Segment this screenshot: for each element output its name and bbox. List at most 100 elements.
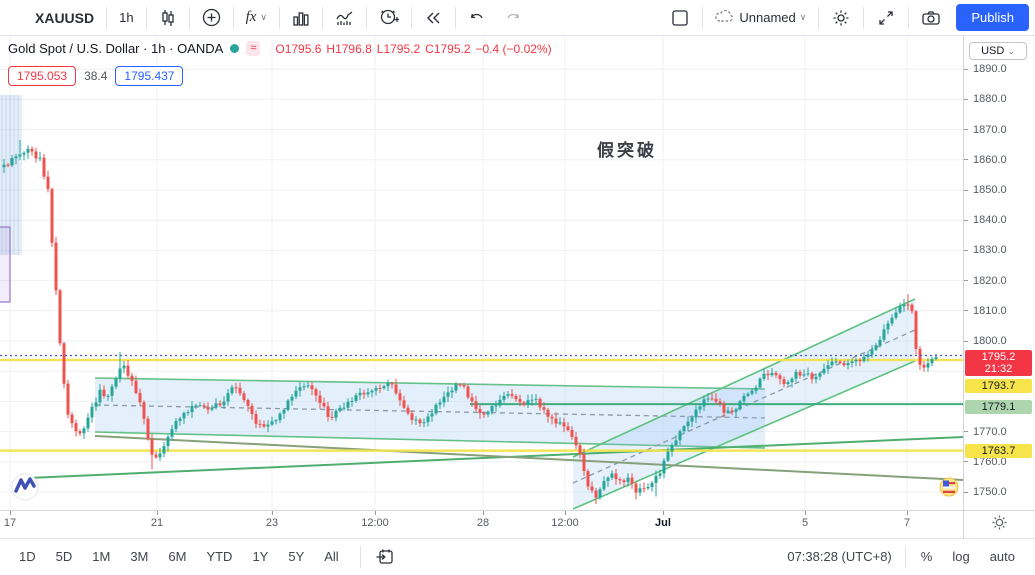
- replay-button[interactable]: [415, 4, 452, 32]
- undo-button[interactable]: [459, 4, 495, 32]
- range-button-5d[interactable]: 5D: [49, 546, 80, 567]
- calendar-goto-icon: [375, 548, 394, 566]
- range-button-3m[interactable]: 3M: [123, 546, 155, 567]
- status-dot-icon: [230, 44, 239, 53]
- indicator-templates-button[interactable]: [283, 4, 319, 32]
- divider: [366, 7, 367, 29]
- time-tick-mark: [907, 511, 908, 515]
- time-tick-label: 7: [904, 517, 910, 529]
- range-button-1d[interactable]: 1D: [12, 546, 43, 567]
- plus-circle-icon: [202, 8, 221, 27]
- currency-toggle[interactable]: USD ⌄: [969, 42, 1027, 60]
- fx-icon: fx: [246, 9, 257, 26]
- compare-button[interactable]: [193, 4, 230, 32]
- interval-button[interactable]: 1h: [110, 4, 142, 32]
- main-area: Gold Spot / U.S. Dollar · 1h · OANDA ≈ O…: [0, 36, 1035, 510]
- price-axis[interactable]: USD ⌄ 1890.01880.01870.01860.01850.01840…: [963, 36, 1035, 510]
- level-price-label: 1779.1: [965, 400, 1032, 414]
- divider: [863, 7, 864, 29]
- divider: [908, 7, 909, 29]
- time-tick-label: 21: [151, 517, 163, 529]
- columns-icon: [292, 9, 310, 27]
- divider: [702, 7, 703, 29]
- save-layout-button[interactable]: Unnamed ∨: [706, 4, 815, 32]
- layout-square-icon: [670, 8, 690, 28]
- squiggle-chart-icon: [335, 9, 354, 27]
- price-tick: 1800.0: [964, 334, 1007, 348]
- cloud-icon: [715, 8, 735, 27]
- time-tick-label: 23: [266, 517, 278, 529]
- time-tick-label: 5: [802, 517, 808, 529]
- chart-style-button[interactable]: [150, 4, 186, 32]
- fullscreen-button[interactable]: [867, 4, 905, 32]
- price-tick: 1850.0: [964, 183, 1007, 197]
- redo-arrow-icon: [504, 10, 522, 26]
- range-button-all[interactable]: All: [317, 546, 345, 567]
- layout-name-label: Unnamed: [739, 10, 795, 25]
- undo-arrow-icon: [468, 10, 486, 26]
- symbol-legend[interactable]: Gold Spot / U.S. Dollar · 1h · OANDA ≈ O…: [8, 41, 557, 56]
- divider: [106, 7, 107, 29]
- goto-date-button[interactable]: [369, 543, 400, 571]
- screenshot-button[interactable]: [912, 4, 950, 32]
- layout-button[interactable]: [661, 4, 699, 32]
- chevron-down-icon: ∨: [800, 12, 807, 23]
- approx-badge: ≈: [246, 41, 260, 56]
- chart-plot[interactable]: [0, 36, 963, 510]
- upper-bound-label[interactable]: 1795.437: [115, 66, 183, 86]
- tool-values-row: 1795.053 38.4 1795.437: [8, 66, 183, 86]
- range-button-6m[interactable]: 6M: [161, 546, 193, 567]
- event-flag-icon[interactable]: [940, 478, 958, 496]
- log-scale-button[interactable]: log: [944, 546, 977, 567]
- gear-icon: [831, 8, 851, 28]
- fullscreen-arrows-icon: [876, 8, 896, 28]
- divider: [905, 546, 906, 568]
- chevron-down-icon: ∨: [260, 12, 267, 23]
- sun-icon[interactable]: [991, 514, 1008, 536]
- chevron-down-icon: ⌄: [1007, 46, 1015, 56]
- divider: [279, 7, 280, 29]
- range-button-1m[interactable]: 1M: [85, 546, 117, 567]
- time-tick-label: 17: [4, 517, 16, 529]
- candlestick-chart[interactable]: Gold Spot / U.S. Dollar · 1h · OANDA ≈ O…: [0, 36, 963, 510]
- alarm-clock-plus-icon: [379, 8, 399, 27]
- percent-scale-button[interactable]: %: [913, 546, 941, 567]
- top-toolbar: XAUUSD 1h fx ∨ Unnamed: [0, 0, 1035, 36]
- time-tick-mark: [805, 511, 806, 515]
- time-tick-mark: [663, 511, 664, 515]
- price-tick: 1870.0: [964, 123, 1007, 137]
- time-axis[interactable]: 17 21 23 12:00 28 12:00 Jul 5 7: [0, 511, 963, 538]
- publish-button[interactable]: Publish: [956, 4, 1029, 31]
- settings-button[interactable]: [822, 4, 860, 32]
- alert-button[interactable]: [370, 4, 408, 32]
- chart-logo-icon: [12, 474, 38, 500]
- chart-text-annotation[interactable]: 假突破: [597, 136, 657, 161]
- price-tick: 1860.0: [964, 153, 1007, 167]
- level-price-label: 1793.7: [965, 379, 1032, 393]
- time-tick-mark: [10, 511, 11, 515]
- auto-scale-button[interactable]: auto: [982, 546, 1023, 567]
- lower-bound-label[interactable]: 1795.053: [8, 66, 76, 86]
- clock-label[interactable]: 07:38:28 (UTC+8): [787, 549, 891, 564]
- time-tick-label: Jul: [655, 517, 671, 529]
- divider: [322, 7, 323, 29]
- price-tick: 1820.0: [964, 274, 1007, 288]
- time-tick-mark: [375, 511, 376, 515]
- spread-value: 38.4: [84, 69, 107, 83]
- forecast-button[interactable]: [326, 4, 363, 32]
- price-tick: 1880.0: [964, 92, 1007, 106]
- range-buttons: 1D 5D1M 3M 6M YTD 1Y 5Y All: [12, 546, 352, 567]
- range-button-ytd[interactable]: YTD: [199, 546, 239, 567]
- symbol-button[interactable]: XAUUSD: [26, 4, 103, 32]
- time-tick-label: 12:00: [361, 517, 389, 529]
- price-tick: 1750.0: [964, 485, 1007, 499]
- indicators-button[interactable]: fx ∨: [237, 4, 276, 32]
- range-button-5y[interactable]: 5Y: [281, 546, 311, 567]
- axis-corner: [963, 511, 1035, 538]
- bottom-right-group: 07:38:28 (UTC+8) % log auto: [787, 546, 1023, 568]
- redo-button[interactable]: [495, 4, 531, 32]
- time-tick-label: 12:00: [551, 517, 579, 529]
- rewind-icon: [424, 10, 443, 26]
- time-tick-label: 28: [477, 517, 489, 529]
- range-button-1y[interactable]: 1Y: [245, 546, 275, 567]
